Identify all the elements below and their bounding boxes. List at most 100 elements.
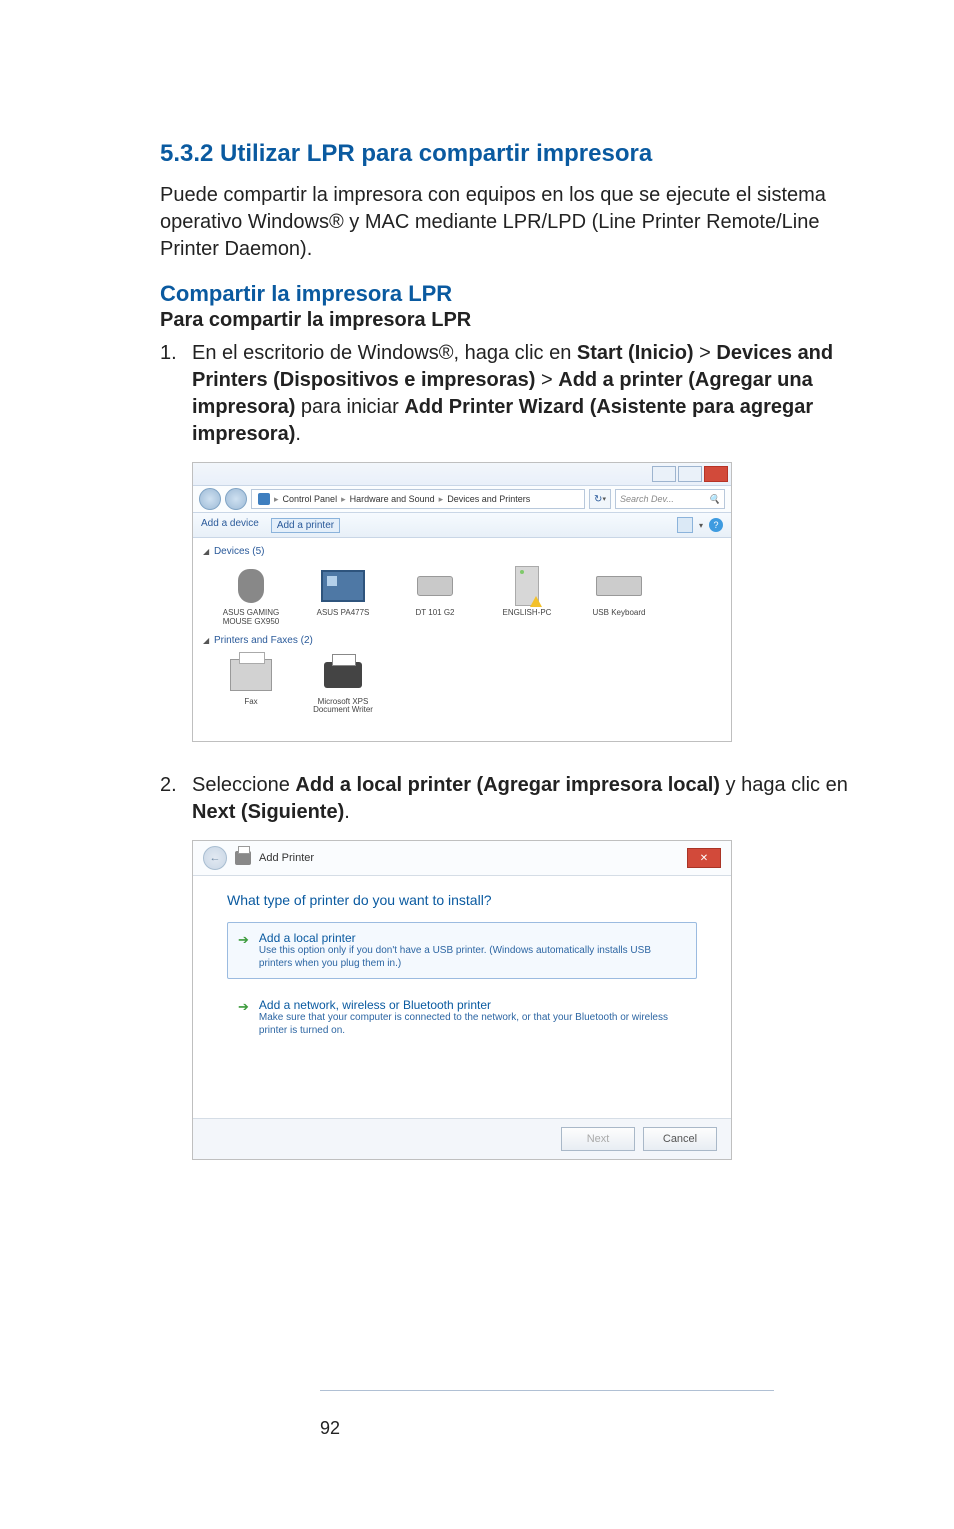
page-number: 92 bbox=[320, 1418, 340, 1439]
wizard-heading: What type of printer do you want to inst… bbox=[227, 892, 697, 908]
fax-icon bbox=[230, 659, 272, 691]
maximize-button[interactable] bbox=[678, 466, 702, 482]
printer-icon bbox=[324, 662, 362, 688]
step-2-bold: Add a local printer (Agregar impresora l… bbox=[295, 774, 720, 796]
step-2-bold: Next (Siguiente) bbox=[192, 801, 344, 823]
close-button[interactable]: ✕ bbox=[687, 848, 721, 868]
step-2-frag: Seleccione bbox=[192, 774, 295, 796]
option-description: Make sure that your computer is connecte… bbox=[259, 1012, 686, 1037]
step-2-dot: . bbox=[344, 801, 350, 823]
warning-icon bbox=[530, 596, 542, 607]
step-1: 1. En el escritorio de Windows®, haga cl… bbox=[160, 340, 864, 448]
device-item[interactable]: ASUS GAMING MOUSE GX950 bbox=[215, 565, 287, 627]
group-devices-label: Devices (5) bbox=[214, 546, 265, 557]
dropdown-icon: ▾ bbox=[602, 495, 606, 503]
explorer-nav: ▸ Control Panel ▸ Hardware and Sound ▸ D… bbox=[193, 486, 731, 513]
step-1-sep: > bbox=[694, 342, 717, 364]
breadcrumb-item[interactable]: Hardware and Sound bbox=[350, 494, 435, 504]
option-title: Add a network, wireless or Bluetooth pri… bbox=[259, 998, 686, 1012]
add-device-link[interactable]: Add a device bbox=[201, 518, 259, 533]
window-titlebar bbox=[193, 463, 731, 486]
search-input[interactable]: Search Dev... 🔍 bbox=[615, 489, 725, 509]
option-title: Add a local printer bbox=[259, 931, 686, 945]
monitor-icon bbox=[321, 570, 365, 602]
section-title: 5.3.2 Utilizar LPR para compartir impres… bbox=[160, 140, 864, 168]
subheading-black: Para compartir la impresora LPR bbox=[160, 309, 864, 332]
view-options-button[interactable] bbox=[677, 517, 693, 533]
subheading-blue: Compartir la impresora LPR bbox=[160, 281, 864, 307]
breadcrumb[interactable]: ▸ Control Panel ▸ Hardware and Sound ▸ D… bbox=[251, 489, 585, 509]
printer-item[interactable]: Microsoft XPS Document Writer bbox=[307, 654, 379, 716]
device-label: DT 101 G2 bbox=[416, 609, 455, 618]
wizard-title: Add Printer bbox=[259, 852, 314, 864]
wizard-body: What type of printer do you want to inst… bbox=[193, 876, 731, 1118]
device-item[interactable]: DT 101 G2 bbox=[399, 565, 471, 627]
option-description: Use this option only if you don't have a… bbox=[259, 945, 686, 970]
devices-row: ASUS GAMING MOUSE GX950 ASUS PA477S DT 1… bbox=[203, 559, 721, 633]
computer-icon bbox=[515, 566, 539, 606]
option-add-local-printer[interactable]: ➔ Add a local printer Use this option on… bbox=[227, 922, 697, 979]
minimize-button[interactable] bbox=[652, 466, 676, 482]
breadcrumb-item[interactable]: Control Panel bbox=[283, 494, 338, 504]
device-item[interactable]: ENGLISH-PC bbox=[491, 565, 563, 627]
device-label: USB Keyboard bbox=[593, 609, 646, 618]
screenshot-devices-and-printers: ▸ Control Panel ▸ Hardware and Sound ▸ D… bbox=[192, 462, 732, 742]
chevron-right-icon: ▸ bbox=[439, 494, 444, 505]
forward-button[interactable] bbox=[225, 488, 247, 510]
add-printer-link[interactable]: Add a printer bbox=[271, 518, 340, 533]
mouse-icon bbox=[238, 569, 264, 603]
step-1-bold: Start (Inicio) bbox=[577, 342, 694, 364]
back-button[interactable] bbox=[199, 488, 221, 510]
search-icon: 🔍 bbox=[709, 494, 720, 505]
printers-row: Fax Microsoft XPS Document Writer bbox=[203, 648, 721, 722]
device-label: ENGLISH-PC bbox=[503, 609, 552, 618]
step-1-dot: . bbox=[295, 423, 301, 445]
step-2-frag: y haga clic en bbox=[720, 774, 848, 796]
next-button[interactable]: Next bbox=[561, 1127, 635, 1151]
search-placeholder: Search Dev... bbox=[620, 494, 674, 504]
printer-icon bbox=[235, 851, 251, 865]
wizard-titlebar: ← Add Printer ✕ bbox=[193, 841, 731, 876]
footer-divider bbox=[320, 1390, 774, 1391]
device-label: ASUS GAMING MOUSE GX950 bbox=[215, 609, 287, 627]
refresh-button[interactable]: ↻ ▾ bbox=[589, 489, 611, 509]
step-1-sep: > bbox=[535, 369, 558, 391]
step-2: 2. Seleccione Add a local printer (Agreg… bbox=[160, 772, 864, 826]
step-1-text: En el escritorio de Windows®, haga clic … bbox=[192, 340, 864, 448]
screenshot-add-printer-wizard: ← Add Printer ✕ What type of printer do … bbox=[192, 840, 732, 1160]
cancel-button[interactable]: Cancel bbox=[643, 1127, 717, 1151]
wizard-footer: Next Cancel bbox=[193, 1118, 731, 1159]
explorer-body: ◢ Devices (5) ASUS GAMING MOUSE GX950 AS… bbox=[193, 538, 731, 741]
control-panel-icon bbox=[258, 493, 270, 505]
step-1-frag: para iniciar bbox=[295, 396, 404, 418]
back-button[interactable]: ← bbox=[203, 846, 227, 870]
option-add-network-printer[interactable]: ➔ Add a network, wireless or Bluetooth p… bbox=[227, 989, 697, 1046]
refresh-icon: ↻ bbox=[594, 494, 602, 505]
printer-label: Fax bbox=[244, 698, 257, 707]
printer-label: Microsoft XPS Document Writer bbox=[307, 698, 379, 716]
dropdown-icon: ▾ bbox=[699, 521, 703, 530]
device-item[interactable]: USB Keyboard bbox=[583, 565, 655, 627]
collapse-icon: ◢ bbox=[203, 636, 209, 645]
step-2-number: 2. bbox=[160, 772, 192, 826]
help-button[interactable]: ? bbox=[709, 518, 723, 532]
intro-paragraph: Puede compartir la impresora con equipos… bbox=[160, 182, 864, 263]
arrow-right-icon: ➔ bbox=[238, 932, 249, 948]
arrow-right-icon: ➔ bbox=[238, 999, 249, 1015]
keyboard-icon bbox=[596, 576, 642, 596]
group-printers[interactable]: ◢ Printers and Faxes (2) bbox=[203, 635, 721, 646]
device-item[interactable]: ASUS PA477S bbox=[307, 565, 379, 627]
step-2-text: Seleccione Add a local printer (Agregar … bbox=[192, 772, 864, 826]
explorer-toolbar: Add a device Add a printer ▾ ? bbox=[193, 513, 731, 538]
collapse-icon: ◢ bbox=[203, 547, 209, 556]
step-1-frag: En el escritorio de Windows®, haga clic … bbox=[192, 342, 577, 364]
device-label: ASUS PA477S bbox=[317, 609, 370, 618]
close-button[interactable] bbox=[704, 466, 728, 482]
group-printers-label: Printers and Faxes (2) bbox=[214, 635, 313, 646]
breadcrumb-item[interactable]: Devices and Printers bbox=[447, 494, 530, 504]
chevron-right-icon: ▸ bbox=[274, 494, 279, 505]
printer-item[interactable]: Fax bbox=[215, 654, 287, 716]
group-devices[interactable]: ◢ Devices (5) bbox=[203, 546, 721, 557]
chevron-right-icon: ▸ bbox=[341, 494, 346, 505]
drive-icon bbox=[417, 576, 453, 596]
